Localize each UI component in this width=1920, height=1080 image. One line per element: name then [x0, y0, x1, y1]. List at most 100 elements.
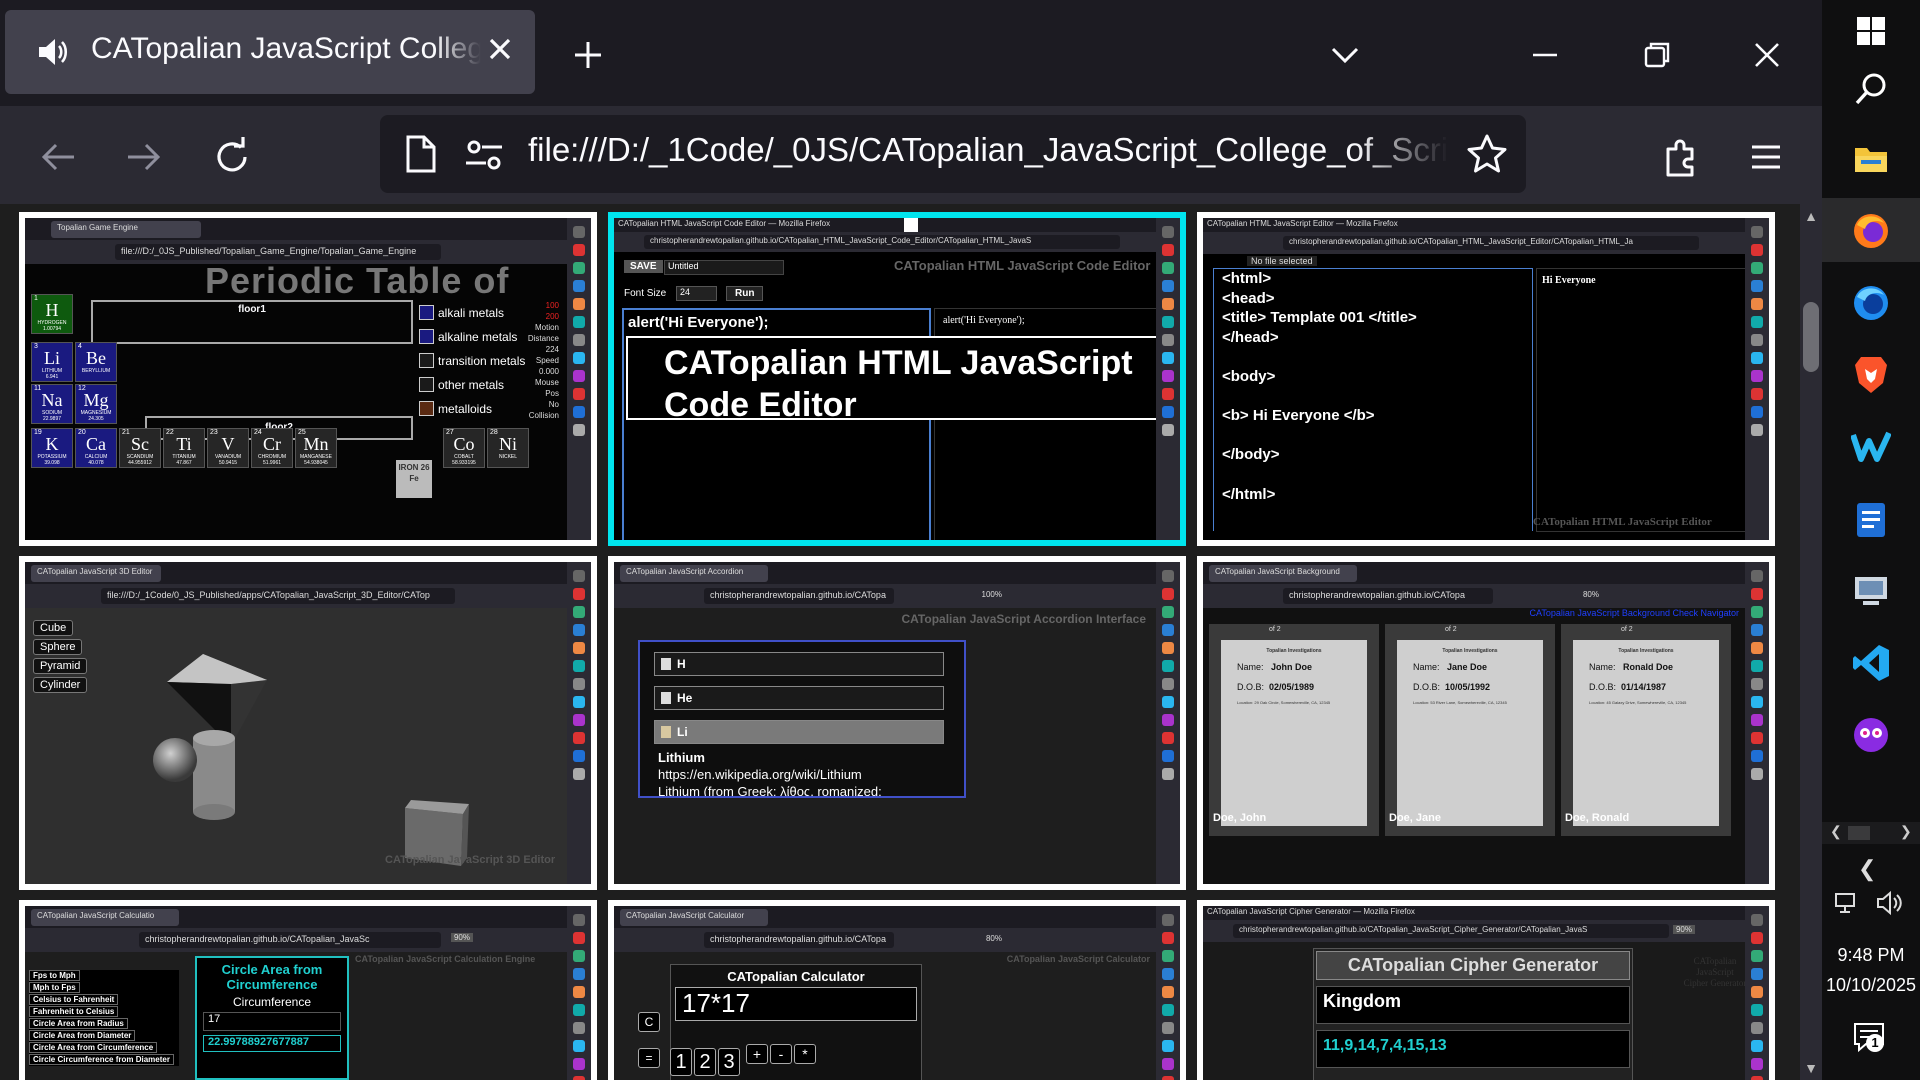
sidebar-app-icon[interactable] — [1162, 678, 1174, 690]
pdf-viewer[interactable]: of 2 Topalian Investigations Name: Ronald D… — [1561, 624, 1731, 836]
sidebar-app-icon[interactable] — [1751, 226, 1763, 238]
calculator-key[interactable]: = — [638, 1048, 660, 1068]
conversion-menu-item[interactable]: Fahrenheit to Celsius — [29, 1006, 119, 1017]
scroll-down-arrow-icon[interactable]: ▼ — [1803, 1060, 1819, 1076]
back-button[interactable] — [30, 129, 86, 185]
restore-button[interactable] — [1632, 30, 1682, 80]
element-tile[interactable]: 20 Ca CALCIUM 40.078 — [75, 428, 117, 468]
iron-tile[interactable]: IRON 26 Fe — [396, 460, 432, 498]
element-tile[interactable]: 28 Ni NICKEL — [487, 428, 529, 468]
detail-link[interactable]: https://en.wikipedia.org/wiki/Lithium — [658, 767, 862, 782]
thumbnail-game-engine[interactable]: Topalian Game Engine file:///D:/_0JS_Pub… — [19, 212, 597, 546]
file-picker-status[interactable]: No file selected — [1247, 256, 1317, 266]
media-app-icon[interactable] — [1846, 710, 1896, 760]
notifications-button[interactable]: 1 — [1852, 1020, 1892, 1060]
browser-tab[interactable]: CATopalian JavaScript College of Scripti… — [5, 10, 535, 94]
brave-icon[interactable] — [1846, 350, 1896, 400]
sidebar-app-icon[interactable] — [573, 1022, 585, 1034]
star-icon[interactable] — [1466, 133, 1508, 175]
calculator-key[interactable]: * — [794, 1044, 816, 1064]
sidebar-app-icon[interactable] — [1162, 624, 1174, 636]
pdf-viewer[interactable]: of 2 Topalian Investigations Name: Jane Doe… — [1385, 624, 1555, 836]
sidebar-app-icon[interactable] — [1751, 406, 1763, 418]
sidebar-app-icon[interactable] — [1751, 968, 1763, 980]
sidebar-app-icon[interactable] — [1751, 370, 1763, 382]
notepad-icon[interactable] — [1846, 494, 1896, 544]
page-scrollbar[interactable]: ▲ ▼ — [1800, 204, 1822, 1080]
sidebar-app-icon[interactable] — [1162, 1076, 1174, 1080]
sidebar-app-icon[interactable] — [1751, 986, 1763, 998]
calculator-key[interactable]: + — [746, 1044, 768, 1064]
sidebar-app-icon[interactable] — [1751, 932, 1763, 944]
extensions-button[interactable] — [1652, 129, 1708, 185]
sidebar-app-icon[interactable] — [1751, 298, 1763, 310]
3d-viewport[interactable] — [25, 608, 555, 878]
sidebar-app-icon[interactable] — [1162, 1022, 1174, 1034]
sidebar-app-icon[interactable] — [573, 388, 585, 400]
pdf-viewer[interactable]: of 2 Topalian Investigations Name: John Doe… — [1209, 624, 1379, 836]
sidebar-app-icon[interactable] — [573, 424, 585, 436]
sidebar-app-icon[interactable] — [573, 624, 585, 636]
sidebar-app-icon[interactable] — [573, 986, 585, 998]
sidebar-app-icon[interactable] — [1162, 606, 1174, 618]
conversion-menu-item[interactable]: Mph to Fps — [29, 982, 80, 993]
sidebar-app-icon[interactable] — [1162, 914, 1174, 926]
sidebar-app-icon[interactable] — [1162, 370, 1174, 382]
element-tile[interactable]: 25 Mn MANGANESE 54.938045 — [295, 428, 337, 468]
element-tile[interactable]: 1 H HYDROGEN 1.00794 — [31, 294, 73, 334]
sidebar-app-icon[interactable] — [573, 606, 585, 618]
sidebar-app-icon[interactable] — [1751, 950, 1763, 962]
calculator-key[interactable]: C — [638, 1012, 660, 1032]
element-tile[interactable]: 19 K POTASSIUM 39.098 — [31, 428, 73, 468]
thumbnail-3d-editor[interactable]: CATopalian JavaScript 3D Editor file:///… — [19, 556, 597, 890]
element-tile[interactable]: 23 V VANADIUM 50.9415 — [207, 428, 249, 468]
element-tile[interactable]: 24 Cr CHROMIUM 51.9961 — [251, 428, 293, 468]
zoom-level[interactable]: 100% — [982, 590, 1002, 599]
sidebar-app-icon[interactable] — [1751, 1040, 1763, 1052]
sidebar-app-icon[interactable] — [573, 950, 585, 962]
run-button[interactable]: Run — [726, 286, 764, 301]
sidebar-app-icon[interactable] — [1162, 588, 1174, 600]
sidebar-app-icon[interactable] — [1751, 388, 1763, 400]
sidebar-app-icon[interactable] — [573, 298, 585, 310]
permissions-icon[interactable] — [464, 137, 504, 173]
sidebar-app-icon[interactable] — [1162, 316, 1174, 328]
sidebar-app-icon[interactable] — [573, 352, 585, 364]
sidebar-app-icon[interactable] — [1162, 986, 1174, 998]
system-clock[interactable]: 9:48 PM 10/10/2025 — [1822, 940, 1920, 1000]
sidebar-app-icon[interactable] — [1751, 1058, 1763, 1070]
sidebar-app-icon[interactable] — [573, 714, 585, 726]
sidebar-app-icon[interactable] — [573, 768, 585, 780]
thumbnail-html-editor[interactable]: CATopalian HTML JavaScript Editor — Mozi… — [1197, 212, 1775, 546]
scrollbar-thumb[interactable] — [1803, 302, 1819, 372]
sidebar-app-icon[interactable] — [1162, 968, 1174, 980]
chevron-right-icon[interactable]: ❯ — [1900, 823, 1912, 840]
sidebar-app-icon[interactable] — [1751, 1022, 1763, 1034]
taskbar-scroll[interactable]: ❮ ❯ — [1822, 822, 1920, 844]
sidebar-app-icon[interactable] — [573, 406, 585, 418]
zoom-level[interactable]: 90% — [1672, 925, 1695, 934]
window-close-button[interactable] — [1742, 30, 1792, 80]
calculator-key[interactable]: 2 — [694, 1048, 716, 1076]
zoom-level[interactable]: 90% — [450, 933, 473, 942]
accordion-item[interactable]: H — [654, 652, 944, 676]
element-tile[interactable]: 11 Na SODIUM 22.9897 — [31, 384, 73, 424]
vscode-icon[interactable] — [1846, 638, 1896, 688]
html-code-area[interactable]: <html> <head> <title> Template 001 </title… — [1213, 268, 1533, 531]
thumbnail-code-editor[interactable]: CATopalian HTML JavaScript Code Editor —… — [608, 212, 1186, 546]
calculator-key[interactable]: 1 — [670, 1048, 692, 1076]
sidebar-app-icon[interactable] — [1162, 732, 1174, 744]
sidebar-app-icon[interactable] — [1751, 1004, 1763, 1016]
conversion-menu-item[interactable]: Circle Circumference from Diameter — [29, 1054, 174, 1065]
sidebar-app-icon[interactable] — [1751, 732, 1763, 744]
network-icon[interactable] — [1834, 890, 1862, 916]
sidebar-app-icon[interactable] — [1751, 768, 1763, 780]
sidebar-app-icon[interactable] — [573, 1040, 585, 1052]
sidebar-app-icon[interactable] — [1751, 642, 1763, 654]
show-hidden-icons-icon[interactable]: ❮ — [1858, 856, 1876, 882]
sidebar-app-icon[interactable] — [1162, 696, 1174, 708]
application-menu-button[interactable] — [1738, 129, 1794, 185]
minimize-button[interactable] — [1520, 30, 1570, 80]
sidebar-app-icon[interactable] — [1162, 950, 1174, 962]
sidebar-app-icon[interactable] — [1751, 588, 1763, 600]
